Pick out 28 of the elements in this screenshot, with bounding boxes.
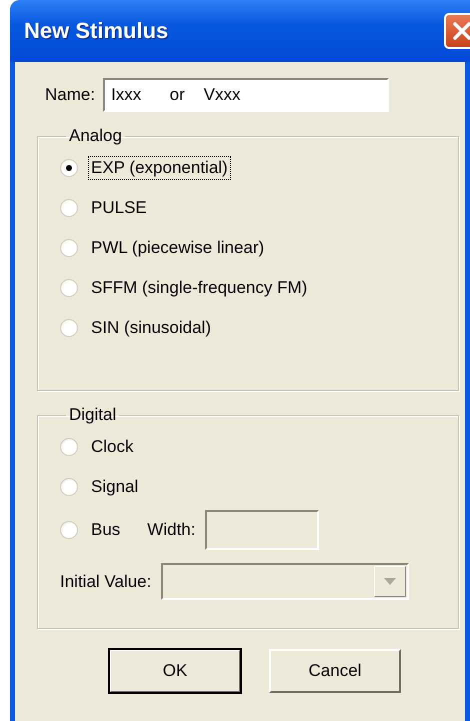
radio-button[interactable]	[60, 239, 78, 257]
cancel-button[interactable]: Cancel	[269, 649, 401, 693]
width-label: Width:	[147, 520, 196, 540]
name-label: Name:	[45, 85, 96, 105]
close-button[interactable]	[444, 13, 470, 49]
radio-label[interactable]: EXP (exponential)	[88, 156, 231, 180]
radio-label[interactable]: SIN (sinusoidal)	[88, 316, 214, 340]
window-title: New Stimulus	[24, 18, 168, 44]
radio-label[interactable]: PULSE	[88, 196, 150, 220]
name-field[interactable]: Ixxx or Vxxx	[103, 78, 390, 112]
radio-label[interactable]: Bus	[88, 518, 124, 542]
ok-button[interactable]: OK	[109, 649, 241, 693]
radio-button[interactable]	[60, 478, 78, 496]
radio-label[interactable]: Signal	[88, 475, 142, 499]
radio-button[interactable]	[60, 199, 78, 217]
dropdown-arrow-icon	[384, 578, 396, 585]
radio-button[interactable]	[60, 279, 78, 297]
radio-button[interactable]	[60, 319, 78, 337]
radio-label[interactable]: PWL (piecewise linear)	[88, 236, 268, 260]
radio-label[interactable]: Clock	[88, 435, 137, 459]
close-icon	[451, 20, 470, 42]
radio-label[interactable]: SFFM (single-frequency FM)	[88, 276, 310, 300]
radio-button[interactable]	[60, 159, 78, 177]
group-title: Digital	[68, 405, 118, 425]
radio-button[interactable]	[60, 438, 78, 456]
group-title: Analog	[68, 126, 123, 146]
initial-value-label: Initial Value:	[60, 572, 152, 592]
radio-button[interactable]	[60, 521, 78, 539]
